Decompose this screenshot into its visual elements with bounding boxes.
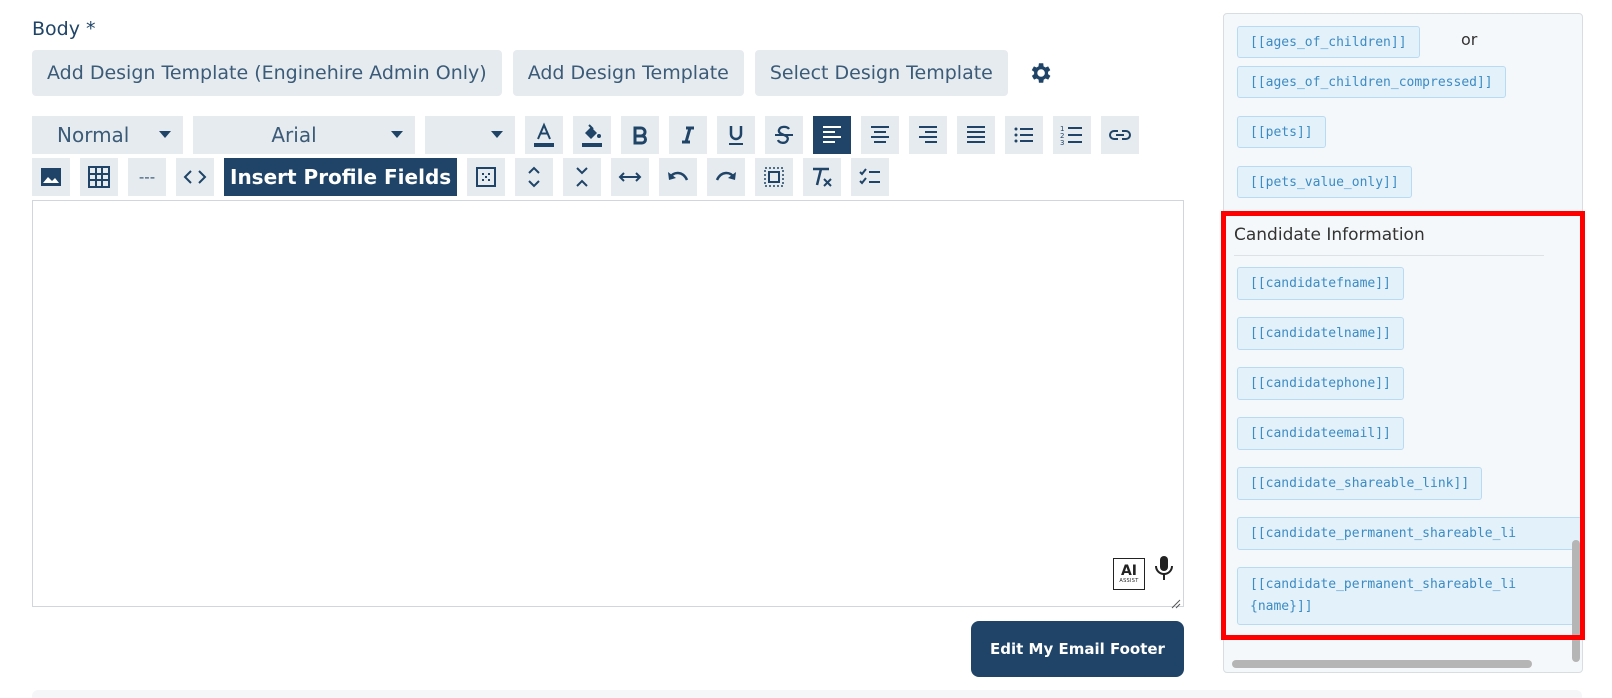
- field-chip[interactable]: [[candidate_permanent_shareable_li {name…: [1237, 567, 1582, 625]
- body-label: Body *: [32, 18, 96, 40]
- underline-icon[interactable]: [717, 116, 755, 154]
- next-section-divider: [32, 690, 1582, 698]
- field-chip[interactable]: [[candidateemail]]: [1237, 417, 1404, 450]
- chevron-down-icon: [391, 131, 403, 138]
- select-design-template-button[interactable]: Select Design Template: [754, 50, 1008, 96]
- design-template-row: Add Design Template (Enginehire Admin On…: [32, 50, 1055, 96]
- field-chip[interactable]: [[pets_value_only]]: [1237, 166, 1412, 198]
- add-design-template-admin-button[interactable]: Add Design Template (Enginehire Admin On…: [32, 50, 502, 96]
- field-chip[interactable]: [[ages_of_children_compressed]]: [1237, 66, 1506, 98]
- add-design-template-button[interactable]: Add Design Template: [512, 50, 744, 96]
- strikethrough-icon[interactable]: [765, 116, 803, 154]
- image-icon[interactable]: [32, 158, 70, 196]
- undo-icon[interactable]: [659, 158, 698, 196]
- section-divider: [1234, 255, 1544, 256]
- field-chip-line-2: {name}]]: [1250, 599, 1313, 614]
- field-chip[interactable]: [[candidatefname]]: [1237, 267, 1404, 300]
- editor-toolbar-row-1: Normal Arial 123: [32, 116, 1139, 154]
- svg-text:3: 3: [1060, 139, 1064, 146]
- edit-email-footer-button[interactable]: Edit My Email Footer: [971, 621, 1184, 677]
- redo-icon[interactable]: [707, 158, 746, 196]
- field-chip[interactable]: [[candidate_shareable_link]]: [1237, 467, 1483, 500]
- field-chip[interactable]: [[candidatelname]]: [1237, 317, 1404, 350]
- format-select[interactable]: Normal: [32, 116, 183, 154]
- ai-assist-sublabel: ASSIST: [1119, 578, 1139, 584]
- font-select-value: Arial: [271, 123, 317, 147]
- horizontal-scrollbar[interactable]: [1232, 660, 1532, 668]
- vertical-scrollbar[interactable]: [1572, 540, 1580, 662]
- field-chip[interactable]: [[ages_of_children]]: [1237, 26, 1420, 58]
- field-chip-line-1: [[candidate_permanent_shareable_li: [1250, 577, 1517, 592]
- field-chip[interactable]: [[candidate_permanent_shareable_li: [1237, 517, 1582, 550]
- full-width-icon[interactable]: [611, 158, 650, 196]
- insert-profile-fields-button[interactable]: Insert Profile Fields: [224, 158, 458, 196]
- or-text: or: [1461, 30, 1478, 49]
- remove-format-icon[interactable]: [803, 158, 842, 196]
- profile-fields-panel[interactable]: [[ages_of_children]] or [[ages_of_childr…: [1223, 13, 1583, 673]
- microphone-icon[interactable]: [1153, 554, 1175, 584]
- code-view-icon[interactable]: [176, 158, 214, 196]
- align-center-icon[interactable]: [861, 116, 899, 154]
- highlight-color-icon[interactable]: [573, 116, 611, 154]
- checklist-icon[interactable]: [851, 158, 890, 196]
- italic-icon[interactable]: [669, 116, 707, 154]
- font-select[interactable]: Arial: [193, 116, 415, 154]
- link-icon[interactable]: [1101, 116, 1139, 154]
- numbered-list-icon[interactable]: 123: [1053, 116, 1091, 154]
- bullet-list-icon[interactable]: [1005, 116, 1043, 154]
- align-justify-icon[interactable]: [957, 116, 995, 154]
- format-select-value: Normal: [57, 123, 130, 147]
- ai-assist-label: AI: [1120, 563, 1138, 579]
- align-left-icon[interactable]: [813, 116, 851, 154]
- align-right-icon[interactable]: [909, 116, 947, 154]
- font-size-select[interactable]: [425, 116, 515, 154]
- bold-icon[interactable]: [621, 116, 659, 154]
- resize-handle-icon[interactable]: [1171, 594, 1181, 609]
- expand-icon[interactable]: [515, 158, 554, 196]
- horizontal-rule-icon[interactable]: ---: [128, 158, 166, 196]
- field-chip[interactable]: [[pets]]: [1237, 116, 1326, 148]
- section-title: Candidate Information: [1234, 225, 1425, 245]
- show-blocks-icon[interactable]: [467, 158, 506, 196]
- table-icon[interactable]: [80, 158, 118, 196]
- gear-icon[interactable]: [1025, 58, 1055, 88]
- font-color-icon[interactable]: [525, 116, 563, 154]
- editor-toolbar-row-2: --- Insert Profile Fields: [32, 158, 890, 196]
- chevron-down-icon: [159, 131, 171, 138]
- chevron-down-icon: [491, 131, 503, 138]
- select-all-icon[interactable]: [755, 158, 794, 196]
- email-body-editor[interactable]: AI ASSIST: [32, 200, 1184, 609]
- field-chip[interactable]: [[candidatephone]]: [1237, 367, 1404, 400]
- ai-assist-button[interactable]: AI ASSIST: [1113, 558, 1145, 590]
- collapse-icon[interactable]: [563, 158, 602, 196]
